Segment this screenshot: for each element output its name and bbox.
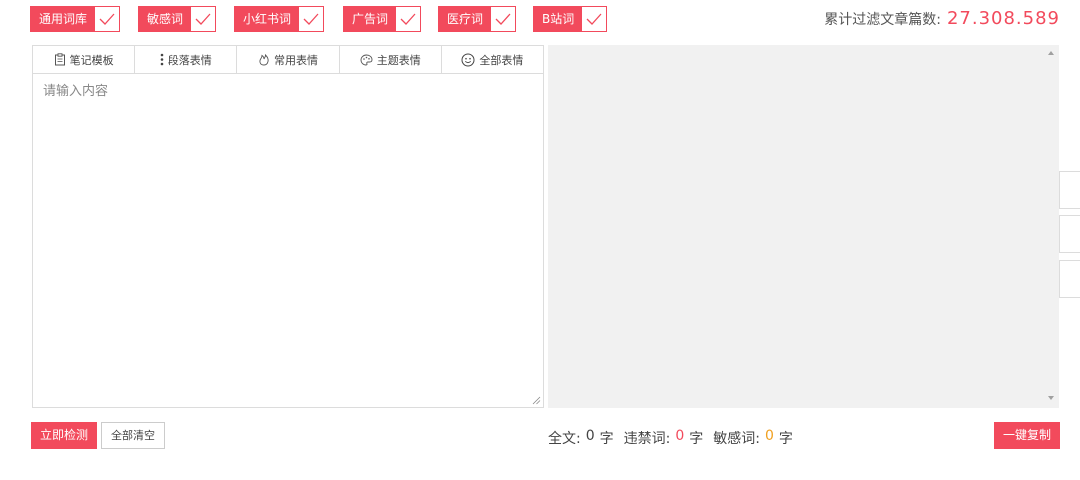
palette-icon [360, 54, 373, 65]
toolbar-all-emoji[interactable]: 全部表情 [442, 46, 543, 73]
side-float-button-3[interactable] [1059, 260, 1080, 298]
copy-all-button[interactable]: 一键复制 [993, 422, 1060, 449]
toolbar-paragraph-emoji[interactable]: 段落表情 [135, 46, 238, 73]
vertical-dots-icon [160, 53, 164, 66]
scroll-down-icon[interactable] [1048, 396, 1054, 400]
filter-tag-label: 敏感词 [139, 7, 192, 31]
filter-tag-bilibili[interactable]: B站词 [533, 6, 608, 32]
editor-panel: 笔记模板 段落表情 常用表情 主题表情 全部表情 [32, 45, 544, 408]
toolbar-label: 笔记模板 [69, 53, 114, 67]
word-counts: 全文: 0 字 违禁词: 0 字 敏感词: 0 字 [548, 428, 793, 448]
banned-count-label: 违禁词: [623, 431, 671, 447]
fire-icon [259, 53, 269, 66]
scroll-up-icon[interactable] [1048, 51, 1054, 55]
stat-value: 27.308.589 [946, 8, 1060, 29]
unit-label: 字 [689, 431, 704, 447]
filter-tag-label: 通用词库 [31, 7, 96, 31]
filter-tag-label: 广告词 [344, 7, 397, 31]
toolbar-theme-emoji[interactable]: 主题表情 [340, 46, 442, 73]
toolbar-label: 段落表情 [167, 53, 212, 67]
filter-tag-ads[interactable]: 广告词 [343, 6, 422, 32]
check-icon[interactable] [95, 7, 120, 31]
filter-tag-xiaohongshu[interactable]: 小红书词 [234, 6, 325, 32]
sensitive-count-value: 0 [765, 428, 774, 444]
smiley-icon [461, 53, 475, 66]
resize-grip-icon[interactable] [532, 396, 541, 405]
check-icon[interactable] [396, 7, 421, 31]
check-icon[interactable] [299, 7, 324, 31]
filter-tag-label: 小红书词 [235, 7, 300, 31]
filtered-articles-stat: 累计过滤文章篇数: 27.308.589 [824, 8, 1060, 29]
filter-tag-label: B站词 [534, 7, 583, 31]
toolbar-note-template[interactable]: 笔记模板 [33, 46, 136, 73]
filter-tag-general[interactable]: 通用词库 [30, 6, 121, 32]
toolbar-label: 主题表情 [376, 53, 421, 67]
unit-label: 字 [778, 431, 793, 447]
stat-label: 累计过滤文章篇数: [824, 12, 941, 28]
check-icon[interactable] [582, 7, 607, 31]
side-float-button-1[interactable] [1059, 171, 1080, 209]
content-input[interactable] [33, 74, 543, 407]
filter-tag-medical[interactable]: 医疗词 [438, 6, 517, 32]
note-template-icon [54, 53, 65, 66]
filter-tag-sensitive[interactable]: 敏感词 [138, 6, 217, 32]
result-panel [548, 45, 1059, 408]
banned-count-value: 0 [675, 428, 685, 444]
toolbar-label: 全部表情 [479, 53, 524, 67]
total-count-label: 全文: [548, 431, 581, 447]
editor-toolbar: 笔记模板 段落表情 常用表情 主题表情 全部表情 [33, 46, 543, 74]
clear-all-button[interactable]: 全部清空 [101, 422, 165, 449]
toolbar-label: 常用表情 [274, 53, 318, 67]
filter-tag-label: 医疗词 [439, 7, 492, 31]
result-scrollbar[interactable] [1044, 45, 1059, 408]
check-icon[interactable] [491, 7, 516, 31]
total-count-value: 0 [585, 428, 595, 444]
detect-button[interactable]: 立即检测 [31, 422, 98, 449]
sensitive-count-label: 敏感词: [713, 431, 760, 447]
unit-label: 字 [599, 431, 614, 447]
side-float-button-2[interactable] [1059, 215, 1080, 253]
toolbar-common-emoji[interactable]: 常用表情 [237, 46, 340, 73]
check-icon[interactable] [191, 7, 216, 31]
